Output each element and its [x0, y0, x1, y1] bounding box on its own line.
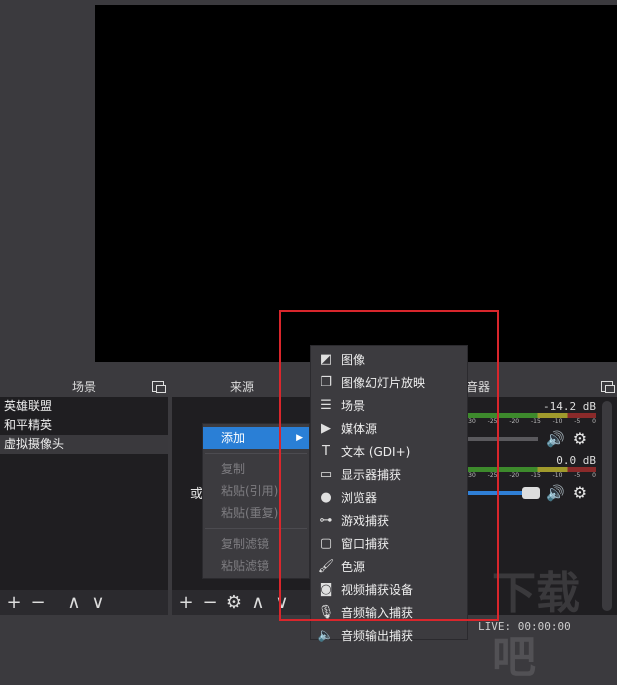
speaker-icon[interactable]: 🔊	[546, 430, 565, 448]
source-settings-button[interactable]: ⚙	[224, 592, 244, 613]
add-scene-button[interactable]: +	[4, 592, 24, 613]
submenu-item[interactable]: 🔈 音频输出捕获	[311, 624, 467, 647]
scene-item[interactable]: 虚拟摄像头	[0, 435, 168, 454]
tick: 0	[592, 418, 596, 425]
scenes-panel: 场景 英雄联盟 和平精英 虚拟摄像头 + − ∧ ∨	[0, 377, 168, 615]
tick: -15	[530, 472, 541, 479]
add-source-button[interactable]: +	[176, 592, 196, 613]
move-down-button[interactable]: ∨	[88, 592, 108, 613]
undock-icon[interactable]	[152, 381, 166, 393]
gear-icon[interactable]: ⚙	[573, 483, 587, 502]
remove-source-button[interactable]: −	[200, 592, 220, 613]
tick: 0	[592, 472, 596, 479]
tick: -10	[552, 418, 563, 425]
scene-item[interactable]: 和平精英	[0, 416, 168, 435]
tick: -15	[530, 418, 541, 425]
tick: -5	[574, 472, 581, 479]
gear-icon[interactable]: ⚙	[573, 429, 587, 448]
slider-handle[interactable]	[522, 486, 540, 499]
highlight-box	[279, 310, 499, 621]
live-status: LIVE: 00:00:00	[478, 620, 571, 633]
move-up-button[interactable]: ∧	[248, 592, 268, 613]
sources-title: 来源	[229, 380, 254, 394]
speaker-icon: 🔈	[317, 628, 335, 643]
remove-scene-button[interactable]: −	[28, 592, 48, 613]
scenes-title: 场景	[71, 380, 96, 394]
submenu-item-label: 音频输出捕获	[341, 629, 414, 643]
tick: -20	[509, 472, 520, 479]
scene-list: 英雄联盟 和平精英 虚拟摄像头	[0, 397, 168, 590]
tick: -10	[552, 472, 563, 479]
scene-item[interactable]: 英雄联盟	[0, 397, 168, 416]
tick: -5	[574, 418, 581, 425]
tick: -20	[509, 418, 520, 425]
undock-icon[interactable]	[601, 381, 615, 393]
preview-canvas[interactable]	[95, 5, 617, 362]
speaker-icon[interactable]: 🔊	[546, 484, 565, 502]
move-up-button[interactable]: ∧	[64, 592, 84, 613]
